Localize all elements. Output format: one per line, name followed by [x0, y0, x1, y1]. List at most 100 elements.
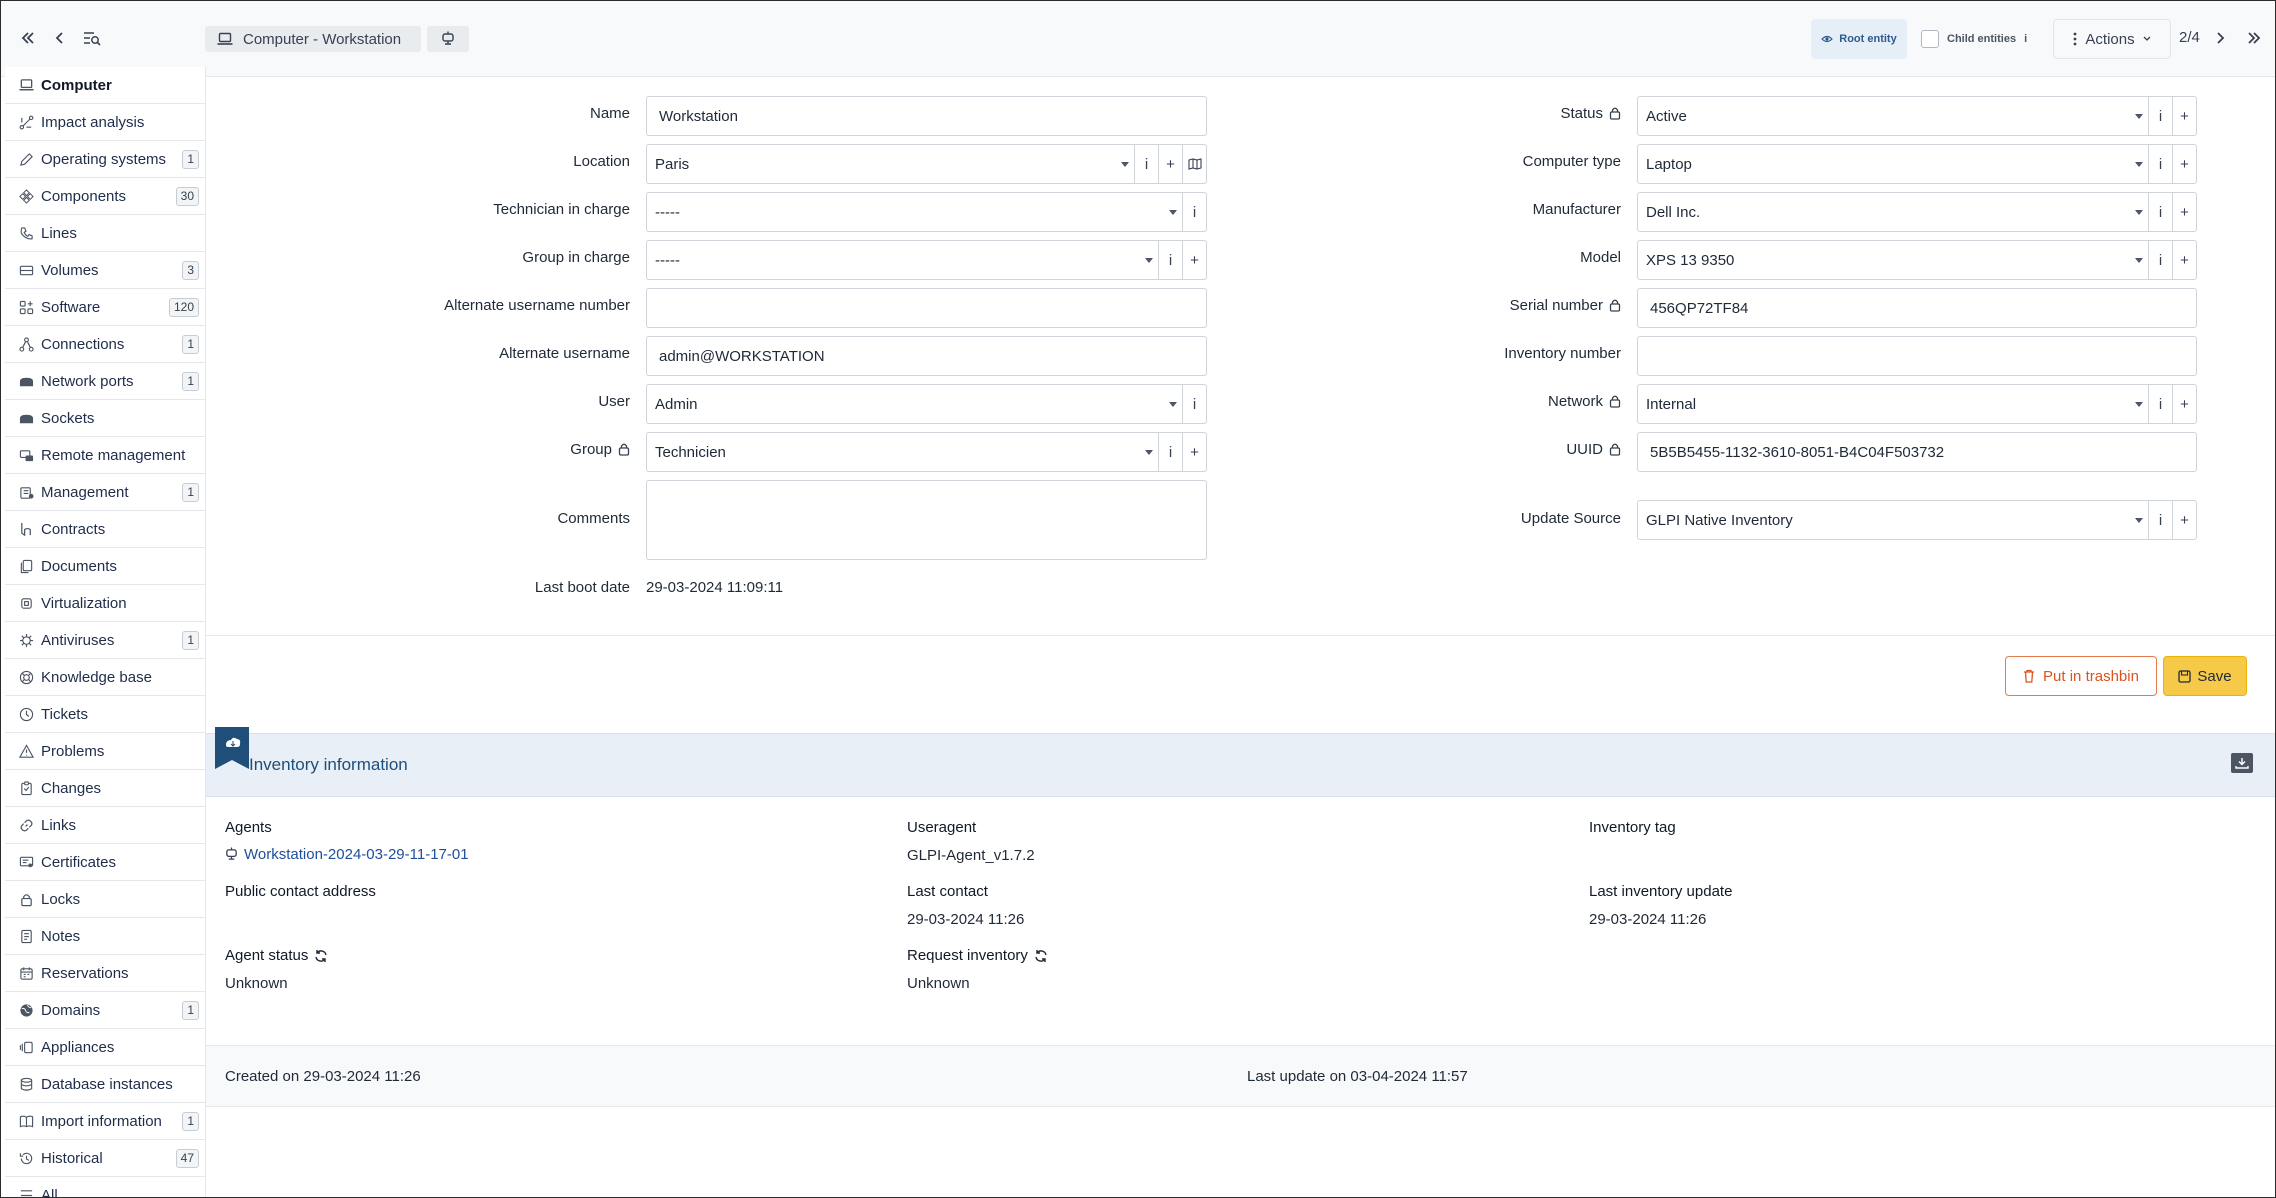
sidebar-item-documents[interactable]: Documents [5, 548, 205, 585]
sidebar-item-connections[interactable]: Connections 1 [5, 326, 205, 363]
sidebar-item-lines[interactable]: Lines [5, 215, 205, 252]
sidebar-item-operating-systems[interactable]: Operating systems 1 [5, 141, 205, 178]
last-contact-label: Last contact [907, 883, 988, 900]
sidebar-item-knowledge-base[interactable]: Knowledge base [5, 659, 205, 696]
download-icon[interactable] [2231, 753, 2253, 773]
serial-input[interactable]: 456QP72TF84 [1637, 288, 2197, 328]
uuid-input[interactable]: 5B5B5455-1132-3610-8051-B4C04F503732 [1637, 432, 2197, 472]
sidebar-item-links[interactable]: Links [5, 807, 205, 844]
location-select[interactable]: Paris i + [646, 144, 1207, 184]
sidebar-item-remote-management[interactable]: Remote management [5, 437, 205, 474]
name-input[interactable]: Workstation [646, 96, 1207, 136]
technician-select[interactable]: ----- i [646, 192, 1207, 232]
user-select[interactable]: Admin i [646, 384, 1207, 424]
update-source-select[interactable]: GLPI Native Inventory i + [1637, 500, 2197, 540]
info-icon[interactable]: i [1182, 193, 1206, 231]
computer-type-select[interactable]: Laptop i + [1637, 144, 2197, 184]
network-select[interactable]: Internal i + [1637, 384, 2197, 424]
inventory-number-input[interactable] [1637, 336, 2197, 376]
search-list-icon[interactable] [77, 23, 107, 53]
sidebar-item-problems[interactable]: Problems [5, 733, 205, 770]
sidebar-item-virtualization[interactable]: Virtualization [5, 585, 205, 622]
sidebar-item-appliances[interactable]: Appliances [5, 1029, 205, 1066]
refresh-icon[interactable] [1034, 949, 1048, 963]
sidebar-item-impact-analysis[interactable]: Impact analysis [5, 104, 205, 141]
agent-link[interactable]: Workstation-2024-03-29-11-17-01 [244, 846, 469, 863]
agent-button[interactable] [427, 26, 469, 52]
count-badge: 3 [182, 260, 199, 280]
hierarchy-icon [19, 336, 41, 352]
manufacturer-select[interactable]: Dell Inc. i + [1637, 192, 2197, 232]
status-select[interactable]: Active i + [1637, 96, 2197, 136]
model-select[interactable]: XPS 13 9350 i + [1637, 240, 2197, 280]
info-icon[interactable]: i [2148, 385, 2172, 423]
sidebar-item-certificates[interactable]: Certificates [5, 844, 205, 881]
comments-textarea[interactable] [646, 480, 1207, 560]
sidebar-item-label: Volumes [41, 261, 99, 279]
pencil-icon [19, 152, 41, 167]
info-icon[interactable]: i [1158, 433, 1182, 471]
info-icon[interactable]: i [1134, 145, 1158, 183]
agent-entry[interactable]: Workstation-2024-03-29-11-17-01 [225, 846, 469, 863]
info-icon[interactable]: i [2148, 97, 2172, 135]
sidebar-item-management[interactable]: Management 1 [5, 474, 205, 511]
sidebar-item-contracts[interactable]: Contracts [5, 511, 205, 548]
serial-value: 456QP72TF84 [1650, 299, 1749, 317]
alt-username-value: admin@WORKSTATION [659, 347, 825, 365]
group-select[interactable]: Technicien i + [646, 432, 1207, 472]
sidebar-item-tickets[interactable]: Tickets [5, 696, 205, 733]
breadcrumb-label: Computer - Workstation [243, 30, 402, 48]
actions-dropdown[interactable]: Actions [2053, 19, 2171, 59]
sidebar-item-software[interactable]: Software 120 [5, 289, 205, 326]
next-icon[interactable] [2205, 23, 2235, 53]
sidebar-item-database-instances[interactable]: Database instances [5, 1066, 205, 1103]
sidebar-item-components[interactable]: Components 30 [5, 178, 205, 215]
child-entities-checkbox[interactable] [1921, 30, 1939, 48]
components-icon [19, 188, 41, 204]
plus-icon[interactable]: + [2172, 241, 2196, 279]
sidebar-item-label: Documents [41, 557, 117, 575]
sidebar-item-changes[interactable]: Changes [5, 770, 205, 807]
map-icon[interactable] [1182, 145, 1206, 183]
sidebar-item-locks[interactable]: Locks [5, 881, 205, 918]
info-icon[interactable]: i [1158, 241, 1182, 279]
info-icon[interactable]: i [2148, 241, 2172, 279]
plus-icon[interactable]: + [1158, 145, 1182, 183]
sidebar-item-historical[interactable]: Historical 47 [5, 1140, 205, 1177]
plus-icon[interactable]: + [1182, 433, 1206, 471]
sidebar-item-computer[interactable]: Computer [5, 67, 205, 104]
sidebar-item-label: Operating systems [41, 150, 167, 168]
plus-icon[interactable]: + [2172, 97, 2196, 135]
info-icon[interactable]: i [1182, 385, 1206, 423]
root-entity-toggle[interactable]: Root entity [1811, 19, 1907, 59]
refresh-icon[interactable] [314, 949, 328, 963]
plus-icon[interactable]: + [1182, 241, 1206, 279]
back-icon[interactable] [45, 23, 75, 53]
save-button[interactable]: Save [2163, 656, 2247, 696]
sidebar-item-import-information[interactable]: Import information 1 [5, 1103, 205, 1140]
collapse-left-icon[interactable] [13, 23, 43, 53]
plus-icon[interactable]: + [2172, 193, 2196, 231]
sidebar-item-all[interactable]: All [5, 1177, 205, 1197]
alt-username-input[interactable]: admin@WORKSTATION [646, 336, 1207, 376]
plus-icon[interactable]: + [2172, 501, 2196, 539]
alt-username-number-input[interactable] [646, 288, 1207, 328]
request-inventory-heading: Request inventory [907, 947, 1048, 964]
sidebar-item-notes[interactable]: Notes [5, 918, 205, 955]
sidebar-item-reservations[interactable]: Reservations [5, 955, 205, 992]
sidebar-item-sockets[interactable]: Sockets [5, 400, 205, 437]
child-entities-toggle[interactable]: Child entities i [1913, 19, 2049, 59]
sidebar-item-domains[interactable]: Domains 1 [5, 992, 205, 1029]
info-icon[interactable]: i [2148, 501, 2172, 539]
group-in-charge-select[interactable]: ----- i + [646, 240, 1207, 280]
last-icon[interactable] [2239, 23, 2269, 53]
breadcrumb[interactable]: Computer - Workstation [205, 26, 421, 52]
plus-icon[interactable]: + [2172, 385, 2196, 423]
info-icon[interactable]: i [2148, 193, 2172, 231]
sidebar-item-antiviruses[interactable]: Antiviruses 1 [5, 622, 205, 659]
sidebar-item-network-ports[interactable]: Network ports 1 [5, 363, 205, 400]
trash-button[interactable]: Put in trashbin [2005, 656, 2157, 696]
info-icon[interactable]: i [2148, 145, 2172, 183]
plus-icon[interactable]: + [2172, 145, 2196, 183]
sidebar-item-volumes[interactable]: Volumes 3 [5, 252, 205, 289]
